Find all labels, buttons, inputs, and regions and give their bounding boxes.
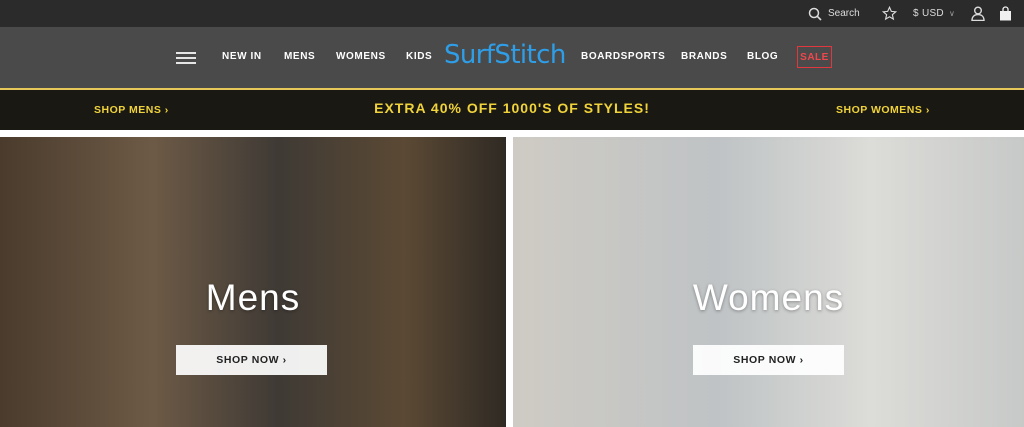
nav-link-mens[interactable]: MENS [284,51,315,62]
wishlist-button[interactable] [882,0,897,27]
hero-title-womens: Womens [692,277,845,318]
star-icon [882,6,897,21]
nav-link-kids[interactable]: KIDS [406,51,432,62]
shopping-bag-icon [1000,6,1011,21]
menu-icon[interactable] [176,52,196,64]
hero-panel-mens[interactable]: Mens SHOP NOW › [0,137,506,427]
user-icon [971,6,985,21]
chevron-down-icon: ∨ [948,9,956,18]
currency-selector[interactable]: $ USD ∨ [913,0,955,27]
nav-link-boardsports[interactable]: BOARDSPORTS [581,51,665,62]
account-button[interactable] [971,0,985,27]
search-icon [808,7,822,21]
search-label: Search [828,8,860,19]
shop-now-womens-button[interactable]: SHOP NOW › [693,345,844,375]
main-nav: NEW IN MENS WOMENS KIDS SurfStitch BOARD… [0,27,1024,88]
hero-panel-womens[interactable]: Womens SHOP NOW › [513,137,1024,427]
shop-now-mens-button[interactable]: SHOP NOW › [176,345,327,375]
nav-link-womens[interactable]: WOMENS [336,51,386,62]
currency-label: $ USD [913,8,944,19]
site-logo[interactable]: SurfStitch [444,40,566,70]
search-button[interactable]: Search [808,0,860,27]
nav-link-brands[interactable]: BRANDS [681,51,727,62]
top-utility-bar: Search $ USD ∨ [0,0,1024,27]
promo-banner: SHOP MENS › EXTRA 40% OFF 1000'S OF STYL… [0,88,1024,130]
nav-link-blog[interactable]: BLOG [747,51,778,62]
cart-button[interactable] [999,0,1012,27]
nav-link-new-in[interactable]: NEW IN [222,51,262,62]
promo-shop-womens-link[interactable]: SHOP WOMENS › [836,104,930,116]
nav-link-sale[interactable]: SALE [797,46,832,68]
hero-title-mens: Mens [205,277,301,318]
